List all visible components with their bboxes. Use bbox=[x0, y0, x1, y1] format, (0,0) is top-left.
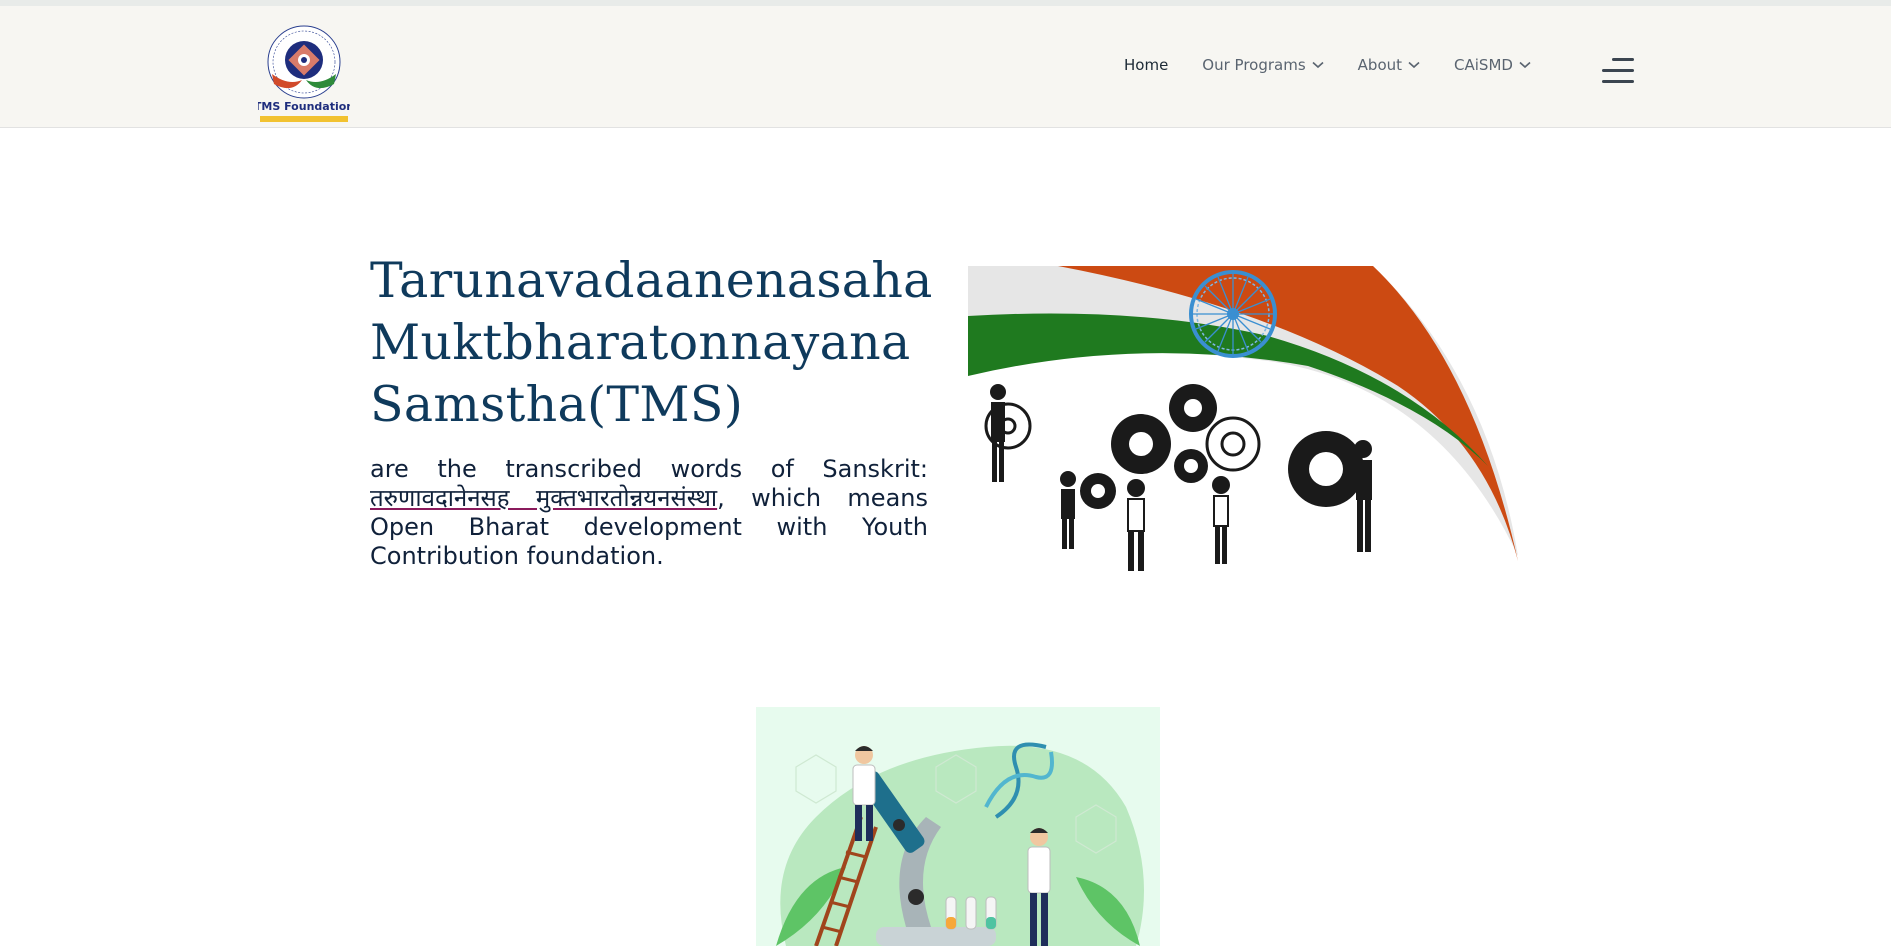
hero-desc-devanagari: तरुणावदानेनसह मुक्तभारतोन्नयनसंस्था bbox=[370, 484, 718, 512]
nav-about-label: About bbox=[1357, 56, 1403, 74]
hero-title-line-2: Muktbharatonnayana bbox=[370, 314, 911, 371]
chevron-down-icon bbox=[1408, 61, 1420, 69]
nav-caismd[interactable]: CAiSMD bbox=[1454, 56, 1531, 74]
tms-foundation-logo[interactable]: TMS Foundation bbox=[258, 24, 350, 124]
nav-home-label: Home bbox=[1124, 56, 1169, 74]
site-header: TMS Foundation Home Our Programs About C… bbox=[0, 6, 1891, 128]
chevron-down-icon bbox=[1312, 61, 1324, 69]
nav-about[interactable]: About bbox=[1358, 56, 1420, 74]
hero-desc-prefix: are the transcribed words of Sanskrit: bbox=[370, 455, 928, 483]
nav-home[interactable]: Home bbox=[1124, 56, 1168, 74]
test-tubes-icon bbox=[945, 896, 997, 930]
nav-our-programs-label: Our Programs bbox=[1202, 56, 1306, 74]
logo-text: TMS Foundation bbox=[258, 100, 350, 113]
chevron-down-icon bbox=[1519, 61, 1531, 69]
hero-description: are the transcribed words of Sanskrit: त… bbox=[370, 455, 928, 571]
ashoka-chakra-icon bbox=[1189, 270, 1277, 358]
hero-title: Tarunavadaanenasaha Muktbharatonnayana S… bbox=[370, 250, 950, 436]
hero-title-line-3: Samstha(TMS) bbox=[370, 376, 744, 433]
main-nav: Home Our Programs About CAiSMD bbox=[1124, 56, 1565, 74]
hero-title-line-1: Tarunavadaanenasaha bbox=[370, 252, 933, 309]
india-flag-gears-illustration bbox=[968, 266, 1518, 571]
hamburger-icon[interactable] bbox=[1602, 58, 1634, 86]
scientists-lab-illustration bbox=[756, 707, 1160, 946]
nav-caismd-label: CAiSMD bbox=[1454, 56, 1513, 74]
nav-our-programs[interactable]: Our Programs bbox=[1202, 56, 1324, 74]
